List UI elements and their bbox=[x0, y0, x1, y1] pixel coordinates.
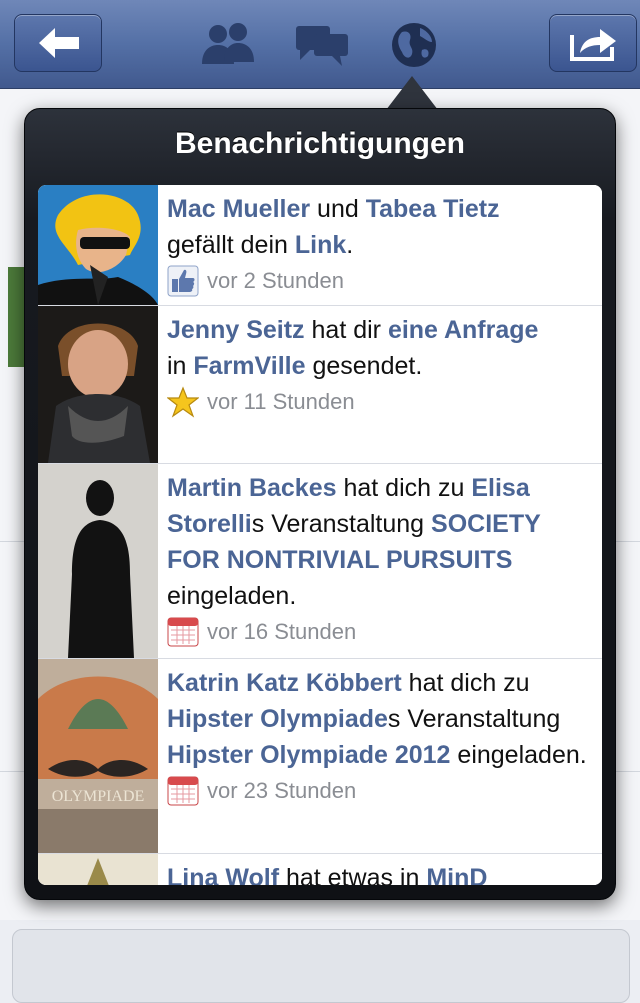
notification-text: Katrin Katz Köbbert hat dich zu Hipster … bbox=[158, 659, 602, 853]
notification-item[interactable]: Mac Mueller und Tabea Tietz gefällt dein… bbox=[38, 185, 602, 306]
event-link[interactable]: Hipster Olympiade 2012 bbox=[167, 741, 450, 769]
actor-link[interactable]: Martin Backes bbox=[167, 474, 337, 502]
actor-link[interactable]: Jenny Seitz bbox=[167, 316, 305, 344]
avatar bbox=[38, 185, 158, 305]
actor-link[interactable]: Tabea Tietz bbox=[366, 195, 500, 223]
notification-item[interactable]: OLYMPIADE Katrin Katz Köbbert hat dich z… bbox=[38, 659, 602, 854]
object-link[interactable]: MinD bbox=[426, 864, 487, 885]
messages-icon[interactable] bbox=[292, 18, 352, 72]
object-link[interactable]: eine Anfrage bbox=[388, 316, 539, 344]
friends-icon[interactable] bbox=[198, 18, 258, 72]
avatar bbox=[38, 464, 158, 658]
avatar-caption: OLYMPIADE bbox=[52, 788, 145, 805]
timestamp: vor 2 Stunden bbox=[207, 268, 344, 293]
timestamp: vor 16 Stunden bbox=[207, 619, 357, 644]
notification-text: Jenny Seitz hat dir eine Anfrage in Farm… bbox=[158, 306, 602, 463]
notification-item[interactable]: Lina Wolf hat etwas in MinD bbox=[38, 854, 602, 885]
top-navbar bbox=[0, 0, 640, 89]
app-link[interactable]: FarmVille bbox=[193, 352, 305, 380]
share-button[interactable] bbox=[549, 14, 637, 72]
notifications-popover: Benachrichtigungen Mac Mueller und Tabea… bbox=[24, 108, 616, 900]
notification-text: Mac Mueller und Tabea Tietz gefällt dein… bbox=[158, 185, 602, 305]
like-icon bbox=[167, 265, 199, 297]
popover-title: Benachrichtigungen bbox=[174, 127, 466, 160]
host-link[interactable]: Hipster Olympiade bbox=[167, 705, 388, 733]
timestamp: vor 11 Stunden bbox=[207, 389, 355, 414]
notification-item[interactable]: Jenny Seitz hat dir eine Anfrage in Farm… bbox=[38, 306, 602, 464]
notification-text: Martin Backes hat dich zu Elisa Storelli… bbox=[158, 464, 602, 658]
back-arrow-icon bbox=[39, 28, 79, 58]
calendar-icon bbox=[167, 617, 199, 647]
background-bottom-bar bbox=[12, 929, 630, 1003]
notifications-list[interactable]: Mac Mueller und Tabea Tietz gefällt dein… bbox=[38, 185, 602, 885]
avatar bbox=[38, 306, 158, 463]
notification-text: Lina Wolf hat etwas in MinD bbox=[158, 854, 602, 885]
back-button[interactable] bbox=[14, 14, 102, 72]
actor-link[interactable]: Katrin Katz Köbbert bbox=[167, 669, 402, 697]
object-link[interactable]: Link bbox=[295, 231, 346, 259]
actor-link[interactable]: Mac Mueller bbox=[167, 195, 310, 223]
star-icon bbox=[167, 386, 199, 418]
actor-link[interactable]: Lina Wolf bbox=[167, 864, 279, 885]
calendar-icon bbox=[167, 776, 199, 806]
notification-item[interactable]: Martin Backes hat dich zu Elisa Storelli… bbox=[38, 464, 602, 659]
share-icon bbox=[570, 29, 616, 61]
avatar bbox=[38, 854, 158, 885]
avatar: OLYMPIADE bbox=[38, 659, 158, 853]
timestamp: vor 23 Stunden bbox=[207, 778, 357, 803]
popover-arrow bbox=[386, 76, 438, 110]
globe-icon[interactable] bbox=[384, 18, 444, 72]
